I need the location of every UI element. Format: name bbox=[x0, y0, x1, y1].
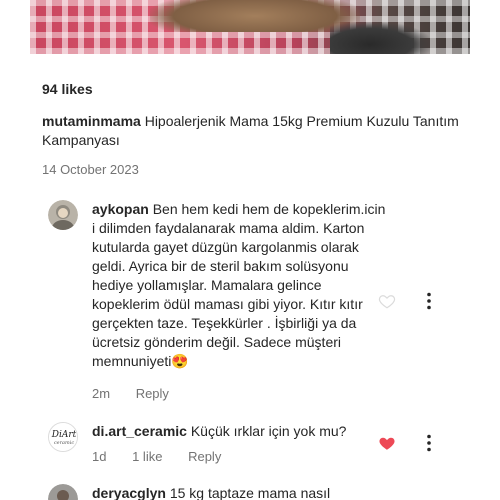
comment-meta: 1d 1 like Reply bbox=[92, 449, 243, 464]
comment-item: deryacglyn 15 kg taptaze mama nasıl bbox=[48, 484, 468, 500]
bowl-photo-area bbox=[330, 22, 430, 54]
caption-username[interactable]: mutaminmama bbox=[42, 113, 141, 129]
reply-button[interactable]: Reply bbox=[188, 449, 221, 464]
reply-button[interactable]: Reply bbox=[136, 386, 169, 401]
post-image bbox=[30, 0, 470, 54]
more-vertical-icon[interactable] bbox=[426, 434, 432, 452]
heart-filled-icon[interactable] bbox=[378, 434, 396, 452]
comment-body: aykopan Ben hem kedi hem de kopeklerim.i… bbox=[92, 200, 392, 371]
comment-username[interactable]: aykopan bbox=[92, 201, 149, 217]
dog-photo-area bbox=[150, 0, 360, 32]
comment-time: 1d bbox=[92, 449, 107, 464]
svg-text:DiArt: DiArt bbox=[51, 430, 77, 440]
post-caption: mutaminmama Hipoalerjenik Mama 15kg Prem… bbox=[42, 112, 482, 150]
avatar[interactable]: DiArt ceramic bbox=[48, 422, 78, 452]
comment-body: di.art_ceramic Küçük ırklar için yok mu? bbox=[92, 422, 392, 441]
comment-meta: 2m Reply bbox=[92, 386, 191, 401]
post-date: 14 October 2023 bbox=[42, 162, 139, 177]
comment-item: DiArt ceramic di.art_ceramic Küçük ırkla… bbox=[48, 422, 468, 472]
comment-item: aykopan Ben hem kedi hem de kopeklerim.i… bbox=[48, 200, 468, 410]
comment-text: Küçük ırklar için yok mu? bbox=[190, 423, 347, 439]
more-vertical-icon[interactable] bbox=[426, 292, 432, 310]
heart-outline-icon[interactable] bbox=[378, 292, 396, 310]
comment-username[interactable]: deryacglyn bbox=[92, 485, 166, 500]
comment-text: 15 kg taptaze mama nasıl bbox=[169, 485, 331, 500]
svg-text:ceramic: ceramic bbox=[54, 440, 74, 446]
avatar[interactable] bbox=[48, 200, 78, 230]
comment-time: 2m bbox=[92, 386, 111, 401]
likes-count[interactable]: 94 likes bbox=[42, 81, 93, 97]
avatar[interactable] bbox=[48, 484, 78, 500]
comment-username[interactable]: di.art_ceramic bbox=[92, 423, 187, 439]
comment-text: Ben hem kedi hem de kopeklerim.icin i di… bbox=[92, 201, 386, 369]
comment-body: deryacglyn 15 kg taptaze mama nasıl bbox=[92, 484, 392, 500]
comment-like-count[interactable]: 1 like bbox=[132, 449, 162, 464]
